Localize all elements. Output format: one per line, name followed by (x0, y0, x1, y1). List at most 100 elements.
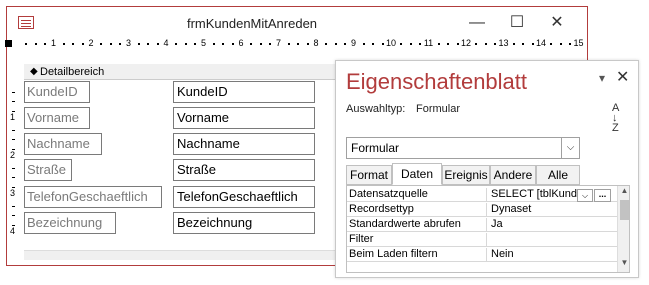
selection-type-label: Auswahltyp: (346, 103, 406, 115)
property-name: Datensatzquelle (349, 188, 487, 202)
property-value[interactable] (489, 233, 617, 247)
property-row[interactable]: Beim Laden filtern Nein (347, 248, 617, 262)
ruler-tick (72, 43, 75, 45)
dropdown-arrow-icon[interactable]: ⌵ (577, 189, 593, 202)
pane-options-icon[interactable]: ▾ (599, 71, 605, 85)
close-icon[interactable]: ✕ (616, 67, 629, 87)
ruler-number: 5 (200, 38, 206, 48)
horizontal-ruler: 1 2 3 4 5 6 7 8 9 10 11 12 13 14 15 (16, 38, 584, 50)
ruler-tick (437, 43, 440, 45)
ruler-tick (12, 177, 15, 178)
field-label[interactable]: Straße (24, 159, 72, 181)
field-textbox[interactable]: TelefonGeschaeftlich (173, 186, 315, 208)
tab-format[interactable]: Format (346, 165, 392, 185)
ruler-tick (250, 43, 253, 45)
ruler-number: 11 (423, 38, 434, 48)
horizontal-scrollbar[interactable] (24, 250, 336, 260)
scroll-down-icon[interactable]: ▼ (618, 258, 629, 270)
field-label[interactable]: KundeID (24, 81, 90, 103)
sort-icon[interactable]: A ↓ Z (612, 103, 619, 134)
property-row[interactable]: Recordsettyp Dynaset (347, 203, 617, 217)
detail-section-label: Detailbereich (40, 66, 105, 78)
field-label[interactable]: TelefonGeschaeftlich (24, 186, 162, 208)
scroll-up-icon[interactable]: ▲ (618, 186, 629, 198)
ruler-tick (222, 43, 225, 45)
ruler-tick (297, 43, 300, 45)
ruler-tick (400, 43, 403, 45)
ruler-tick (12, 91, 15, 93)
ruler-tick (34, 43, 37, 45)
property-grid: Datensatzquelle SELECT [tblKunde ⌵ ... R… (346, 185, 630, 273)
ruler-tick (409, 43, 412, 45)
ruler-tick (12, 215, 15, 216)
ruler-tick (137, 43, 140, 45)
ruler-number: 4 (10, 226, 16, 236)
maximize-button[interactable]: ☐ (497, 11, 537, 35)
property-value[interactable]: Dynaset (489, 203, 617, 217)
field-label[interactable]: Bezeichnung (24, 212, 116, 234)
field-label[interactable]: Nachname (24, 133, 102, 155)
tab-andere[interactable]: Andere (490, 165, 536, 185)
ruler-number: 14 (535, 38, 546, 48)
ruler-number: 10 (385, 38, 396, 48)
ruler-tick (559, 43, 562, 45)
ruler-number: 1 (50, 38, 56, 48)
ruler-tick (12, 167, 15, 169)
property-sheet: Eigenschaftenblatt ▾ ✕ Auswahltyp: Formu… (335, 60, 639, 278)
ruler-tick (259, 43, 262, 45)
property-row[interactable]: Standardwerte abrufen Ja (347, 218, 617, 232)
property-scrollbar[interactable]: ▲ ▼ (617, 186, 629, 272)
field-textbox[interactable]: KundeID (173, 81, 315, 103)
tab-ereignis[interactable]: Ereignis (442, 165, 490, 185)
field-label[interactable]: Vorname (24, 107, 90, 129)
ruler-tick (62, 43, 65, 45)
ruler-tick (325, 43, 328, 45)
form-title-bar[interactable]: frmKundenMitAnreden — ☐ ✕ (7, 7, 587, 39)
field-textbox[interactable]: Straße (173, 159, 315, 181)
ruler-tick (447, 43, 450, 45)
ruler-tick (12, 205, 15, 207)
ruler-tick (147, 43, 150, 45)
property-value[interactable]: Nein (489, 248, 617, 262)
ruler-tick (184, 43, 187, 45)
field-textbox[interactable]: Bezeichnung (173, 212, 315, 234)
ruler-tick (550, 43, 553, 45)
vertical-ruler: 1 2 3 4 (8, 60, 20, 250)
ruler-number: 6 (238, 38, 244, 48)
ruler-number: 9 (350, 38, 356, 48)
ruler-number: 7 (275, 38, 281, 48)
field-textbox[interactable]: Vorname (173, 107, 315, 129)
ruler-tick (25, 43, 28, 45)
ruler-tick (334, 43, 337, 45)
ruler-tick (362, 43, 365, 45)
form-window-title: frmKundenMitAnreden (186, 16, 318, 31)
object-select-value: Formular (351, 141, 400, 155)
field-textbox[interactable]: Nachname (173, 133, 315, 155)
tab-daten[interactable]: Daten (392, 163, 442, 185)
scroll-thumb[interactable] (620, 200, 629, 220)
property-row[interactable]: Filter (347, 233, 617, 247)
ruler-tick (512, 43, 515, 45)
ruler-number: 12 (460, 38, 471, 48)
form-selector[interactable] (5, 40, 12, 47)
ruler-tick (109, 43, 112, 45)
close-button[interactable]: ✕ (537, 11, 577, 35)
ruler-number: 4 (163, 38, 169, 48)
ruler-number: 8 (313, 38, 319, 48)
ruler-tick (175, 43, 178, 45)
ruler-number: 13 (498, 38, 509, 48)
builder-button[interactable]: ... (594, 189, 611, 202)
ruler-number: 1 (10, 112, 16, 122)
tab-alle[interactable]: Alle (536, 165, 580, 185)
ruler-number: 3 (10, 188, 16, 198)
minimize-button[interactable]: — (457, 11, 497, 35)
chevron-down-icon[interactable]: ⌵ (561, 138, 579, 158)
section-expand-icon: ◆ (30, 66, 38, 77)
object-select[interactable]: Formular ⌵ (346, 137, 580, 159)
ruler-tick (484, 43, 487, 45)
property-value[interactable]: Ja (489, 218, 617, 232)
design-canvas[interactable]: KundeID KundeID Vorname Vorname Nachname… (24, 81, 336, 249)
ruler-number: 2 (88, 38, 94, 48)
selection-type-value: Formular (416, 103, 461, 115)
ruler-tick (100, 43, 103, 45)
